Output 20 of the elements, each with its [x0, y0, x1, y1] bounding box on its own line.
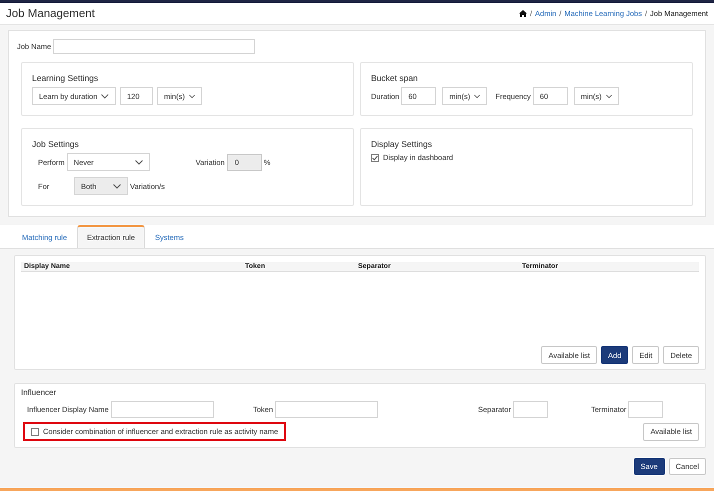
chevron-down-icon	[474, 94, 480, 98]
chevron-down-icon	[606, 94, 612, 98]
panel-title: Learning Settings	[32, 73, 100, 83]
page-title: Job Management	[6, 8, 95, 20]
panel-title: Display Settings	[371, 139, 433, 149]
home-icon[interactable]	[518, 10, 527, 17]
text-field[interactable]	[512, 401, 548, 418]
chevron-down-icon	[188, 94, 195, 98]
job-name-field[interactable]	[53, 39, 256, 54]
checkbox[interactable]	[371, 154, 379, 162]
text-field[interactable]	[275, 401, 378, 418]
panel-title: Influencer	[21, 388, 58, 397]
panel-title: Bucket span	[371, 73, 419, 83]
text-field[interactable]	[628, 401, 664, 418]
chevron-down-icon	[101, 94, 109, 98]
chevron-down-icon	[134, 160, 143, 164]
text-field[interactable]	[110, 401, 214, 418]
panel-title: Job Settings	[32, 139, 80, 149]
chevron-down-icon	[113, 184, 121, 188]
checkbox[interactable]	[31, 428, 39, 436]
